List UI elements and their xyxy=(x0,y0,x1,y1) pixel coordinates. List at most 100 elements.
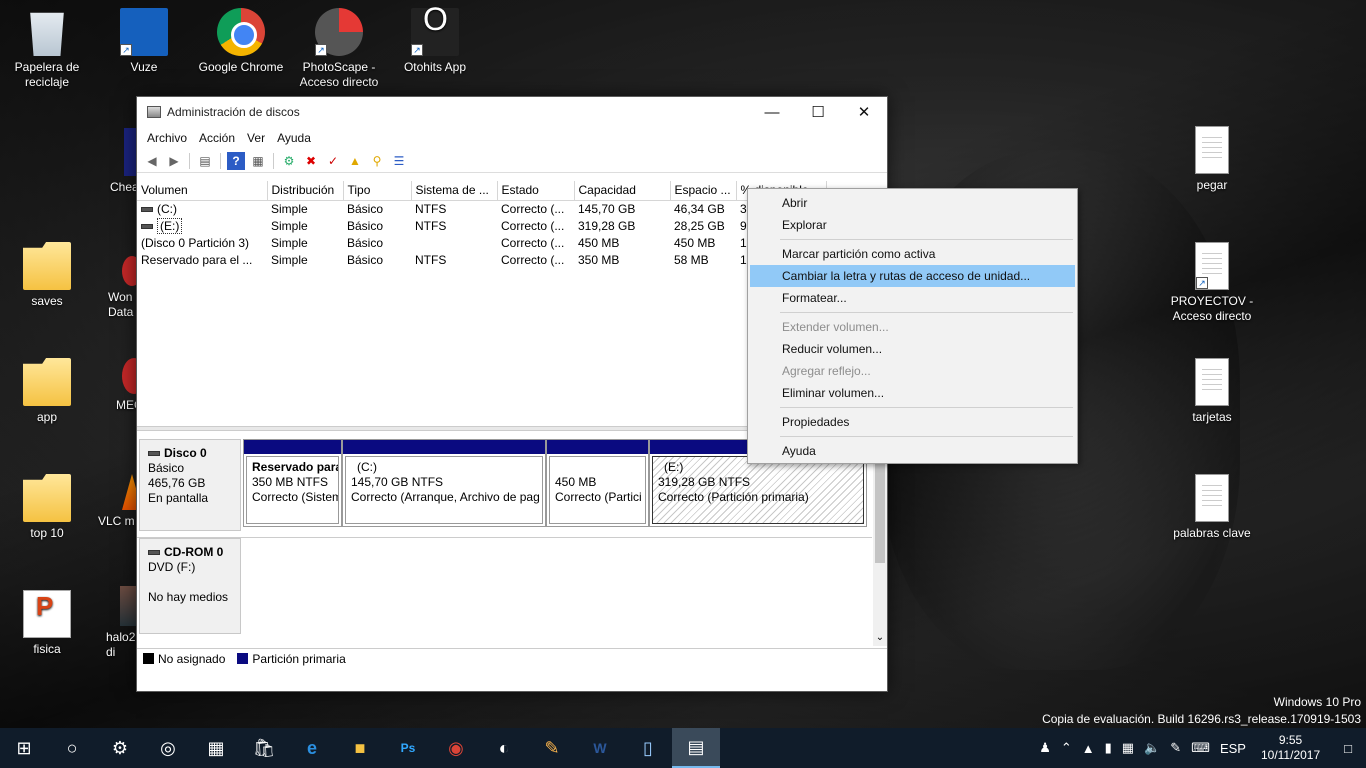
photoshop-icon[interactable]: Ps xyxy=(384,728,432,768)
keyboard-icon[interactable]: ⌨ xyxy=(1186,740,1215,756)
desktop-icon-wondershare[interactable]: Won Data xyxy=(88,256,136,320)
console-tree-icon[interactable]: ▤ xyxy=(196,152,214,170)
menu-accion[interactable]: Acción xyxy=(193,131,241,145)
menu-item-propiedades[interactable]: Propiedades xyxy=(750,411,1075,433)
menu-item-abrir[interactable]: Abrir xyxy=(750,192,1075,214)
toolbar: ◀ ▶ ▤ ? ▦ ⚙ ✖ ✓ ▲ ⚲ ☰ xyxy=(137,149,887,173)
store-icon[interactable]: 🛍 xyxy=(240,728,288,768)
connect-icon[interactable]: ⚙ xyxy=(280,152,298,170)
chrome-taskbar-icon[interactable]: ◉ xyxy=(432,728,480,768)
maximize-button[interactable]: ☐ xyxy=(795,97,841,127)
disk-0-label[interactable]: Disco 0 Básico 465,76 GB En pantalla xyxy=(139,439,241,531)
desktop-icon-fisica[interactable]: fisica xyxy=(4,590,90,657)
desktop-icon-tarjetas[interactable]: tarjetas xyxy=(1169,358,1255,425)
desktop-icon-app[interactable]: app xyxy=(4,358,90,425)
menu-item-eliminar[interactable]: Eliminar volumen... xyxy=(750,382,1075,404)
photoscape-taskbar-icon[interactable]: ◐ xyxy=(480,728,528,768)
menu-item-explorar[interactable]: Explorar xyxy=(750,214,1075,236)
properties-icon[interactable]: ▦ xyxy=(249,152,267,170)
menu-ver[interactable]: Ver xyxy=(241,131,271,145)
delete-icon[interactable]: ✖ xyxy=(302,152,320,170)
export-icon[interactable]: ▲ xyxy=(346,152,364,170)
notepad-icon[interactable]: ▯ xyxy=(624,728,672,768)
desktop-icon-mega[interactable]: MEG xyxy=(88,358,136,413)
file-explorer-icon[interactable]: ■ xyxy=(336,728,384,768)
edge-icon[interactable]: e xyxy=(288,728,336,768)
volume-icon[interactable]: 🔈 xyxy=(1139,740,1165,756)
disk-management-taskbar-icon[interactable]: ▤ xyxy=(672,728,720,768)
desktop-icon-proyectov[interactable]: ↗ PROYECTOV - Acceso directo xyxy=(1169,242,1255,324)
column-header-espacio[interactable]: Espacio ... xyxy=(670,181,737,201)
clock[interactable]: 9:55 10/11/2017 xyxy=(1251,733,1330,763)
partition-c[interactable]: (C:) 145,70 GB NTFS Correcto (Arranque, … xyxy=(342,439,546,527)
column-header-volumen[interactable]: Volumen xyxy=(137,181,268,201)
list-icon[interactable]: ☰ xyxy=(390,152,408,170)
close-button[interactable]: ✕ xyxy=(841,97,887,127)
partition-3[interactable]: 450 MB Correcto (Partici xyxy=(546,439,649,527)
calendar-icon[interactable]: ▦ xyxy=(1117,740,1139,756)
title-bar[interactable]: Administración de discos — ☐ ✕ xyxy=(137,97,887,127)
desktop-icon-label: app xyxy=(36,410,58,424)
desktop-icon-saves[interactable]: saves xyxy=(4,242,90,309)
search-icon[interactable]: ⚲ xyxy=(368,152,386,170)
menu-item-marcar-activa[interactable]: Marcar partición como activa xyxy=(750,243,1075,265)
start-icon[interactable]: ⊞ xyxy=(0,728,48,768)
menu-item-reducir[interactable]: Reducir volumen... xyxy=(750,338,1075,360)
scroll-down-icon[interactable]: ⌄ xyxy=(873,632,887,646)
desktop-icon-chrome[interactable]: Google Chrome xyxy=(198,8,284,75)
column-header-capacidad[interactable]: Capacidad xyxy=(574,181,671,201)
menu-item-ayuda[interactable]: Ayuda xyxy=(750,440,1075,462)
column-header-sistema[interactable]: Sistema de ... xyxy=(411,181,498,201)
menu-item-formatear[interactable]: Formatear... xyxy=(750,287,1075,309)
people-icon[interactable]: ♟ xyxy=(1034,740,1056,756)
desktop-icon-otohits[interactable]: ↗ Otohits App xyxy=(392,8,478,75)
table-row[interactable]: (C:) Simple Básico NTFS Correcto (... 14… xyxy=(137,200,826,217)
desktop-icon-label: PROYECTOV - Acceso directo xyxy=(1170,294,1254,323)
help-icon[interactable]: ? xyxy=(227,151,245,170)
cell: Correcto (... xyxy=(501,201,565,216)
disk-icon xyxy=(148,451,160,457)
paint-icon[interactable]: ✎ xyxy=(528,728,576,768)
table-row[interactable]: (E:) Simple Básico NTFS Correcto (... 31… xyxy=(137,217,826,234)
pen-icon[interactable]: ✎ xyxy=(1165,740,1186,756)
language-indicator[interactable]: ESP xyxy=(1215,741,1251,756)
action-center-icon[interactable]: □ xyxy=(1330,741,1366,756)
legend-label: No asignado xyxy=(158,651,226,666)
menu-archivo[interactable]: Archivo xyxy=(141,131,193,145)
check-icon[interactable]: ✓ xyxy=(324,152,342,170)
scrollbar-thumb[interactable] xyxy=(875,463,885,563)
desktop-icon-vlc[interactable]: VLC m xyxy=(88,474,136,529)
back-icon[interactable]: ◀ xyxy=(143,152,161,170)
groove-icon[interactable]: ◎ xyxy=(144,728,192,768)
clock-date: 10/11/2017 xyxy=(1260,748,1321,762)
partition-reserved[interactable]: Reservado para 350 MB NTFS Correcto (Sis… xyxy=(243,439,342,527)
desktop-icon-pegar[interactable]: pegar xyxy=(1169,126,1255,193)
battery-icon[interactable]: ▮ xyxy=(1100,740,1117,756)
cortana-icon[interactable]: ○ xyxy=(48,728,96,768)
calculator-icon[interactable]: ▦ xyxy=(192,728,240,768)
menu-item-cambiar-letra[interactable]: Cambiar la letra y rutas de acceso de un… xyxy=(750,265,1075,287)
word-icon[interactable]: W xyxy=(576,728,624,768)
desktop-icon-recycle-bin[interactable]: Papelera de reciclaje xyxy=(4,8,90,90)
show-hidden-icons[interactable]: ⌃ xyxy=(1056,740,1077,756)
desktop-icon-top10[interactable]: top 10 xyxy=(4,474,90,541)
clock-time: 9:55 xyxy=(1278,733,1303,747)
menu-ayuda[interactable]: Ayuda xyxy=(271,131,317,145)
settings-icon[interactable]: ⚙ xyxy=(96,728,144,768)
column-header-distribucion[interactable]: Distribución xyxy=(267,181,344,201)
table-row[interactable]: (Disco 0 Partición 3) Simple Básico Corr… xyxy=(137,234,826,251)
desktop-icon-vuze[interactable]: ↗ Vuze xyxy=(101,8,187,75)
desktop-icon-palabras[interactable]: palabras clave xyxy=(1169,474,1255,541)
forward-icon[interactable]: ▶ xyxy=(165,152,183,170)
minimize-button[interactable]: — xyxy=(749,97,795,127)
cdrom-label[interactable]: CD-ROM 0 DVD (F:) No hay medios xyxy=(139,538,241,634)
column-header-tipo[interactable]: Tipo xyxy=(343,181,412,201)
vertical-scrollbar[interactable]: ⌄ xyxy=(873,433,887,646)
network-icon[interactable]: ▲ xyxy=(1077,741,1100,756)
column-header-estado[interactable]: Estado xyxy=(497,181,575,201)
desktop-icon-cheat[interactable]: Chea xyxy=(88,128,136,195)
watermark-build: Copia de evaluación. Build 16296.rs3_rel… xyxy=(1042,712,1361,726)
desktop-icon-photoscape[interactable]: ↗ PhotoScape - Acceso directo xyxy=(296,8,382,90)
table-row[interactable]: Reservado para el ... Simple Básico NTFS… xyxy=(137,251,826,268)
desktop-icon-halo[interactable]: halo2 di xyxy=(88,586,136,660)
